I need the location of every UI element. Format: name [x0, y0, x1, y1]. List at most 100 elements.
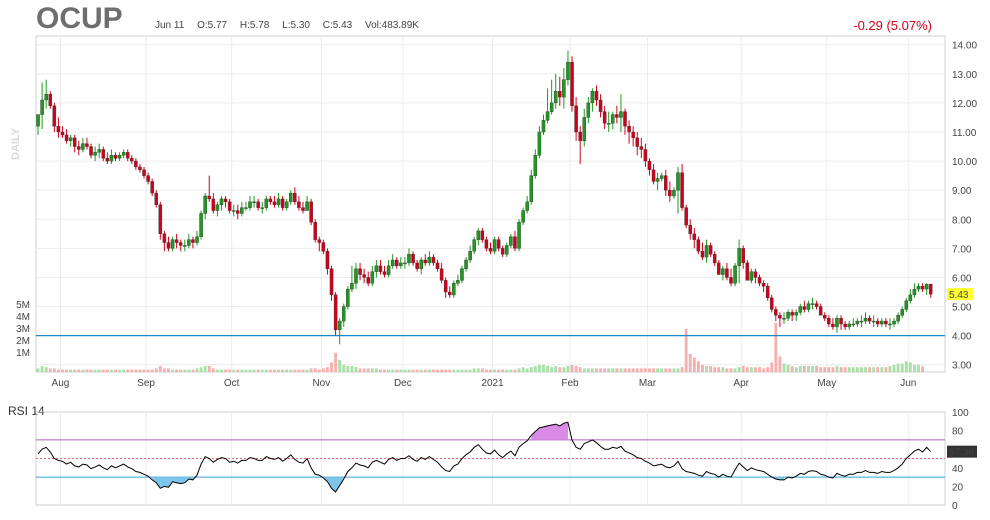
candle-body: [162, 233, 167, 243]
volume-bar: [652, 368, 655, 372]
volume-bar: [268, 369, 272, 372]
volume-bar: [183, 369, 187, 372]
volume-bar: [913, 364, 916, 372]
volume-bar: [281, 369, 285, 372]
volume-bar: [162, 368, 166, 372]
volume-bar: [403, 369, 407, 372]
y-tick-label: 8.00: [952, 215, 972, 226]
candle-body: [390, 259, 395, 267]
volume-bar: [550, 367, 554, 372]
volume-bar: [835, 366, 839, 372]
volume-bar: [476, 368, 480, 372]
candle-body: [831, 323, 835, 328]
candle-body: [818, 306, 823, 316]
volume-bar: [407, 369, 411, 372]
volume-bar: [639, 368, 643, 372]
x-tick-label: May: [817, 378, 836, 389]
volume-bar: [334, 352, 338, 372]
candle-body: [370, 271, 375, 284]
candle-body: [146, 175, 150, 182]
volume-bar: [309, 368, 313, 372]
volume-bar: [273, 369, 276, 372]
volume-bar: [676, 368, 680, 372]
volume-bar: [244, 369, 248, 372]
candle-body: [342, 306, 346, 322]
volume-bar: [900, 363, 904, 372]
candle-body: [460, 268, 464, 281]
candle-body: [553, 91, 558, 104]
candle-body: [741, 248, 745, 264]
candle-body: [60, 131, 65, 136]
candle-body: [289, 192, 293, 203]
candle-body: [790, 312, 794, 316]
volume-bar: [436, 369, 439, 372]
volume-tick-label: 5M: [16, 300, 30, 311]
candle-body: [264, 198, 269, 208]
volume-bar: [220, 369, 223, 372]
candle-body: [125, 152, 130, 159]
candle-body: [863, 317, 868, 322]
volume-bar: [513, 369, 517, 372]
volume-bar: [786, 364, 790, 372]
candle-body: [672, 189, 676, 197]
rsi-tick-label: 40: [952, 464, 964, 475]
candle-body: [435, 262, 440, 269]
candle-body: [158, 204, 163, 235]
volume-tick-label: 1M: [16, 348, 30, 359]
y-tick-label: 11.00: [952, 128, 977, 139]
candle-body: [236, 210, 240, 214]
candle-body: [93, 152, 97, 156]
volume-bar: [199, 367, 203, 372]
price-chart[interactable]: Aug Sep Oct Nov Dec 2021 Feb Mar Apr May Jun 14.00 1…: [0, 0, 990, 520]
candle-body: [598, 99, 603, 112]
volume-bar: [688, 354, 692, 372]
volume-tick-label: 4M: [16, 312, 30, 323]
candle-body: [447, 291, 452, 296]
candle-body: [892, 320, 896, 325]
volume-bar: [725, 368, 729, 372]
volume-bar: [908, 362, 912, 372]
volume-bar: [505, 369, 509, 372]
candle-body: [729, 277, 733, 284]
volume-bar: [232, 369, 236, 372]
volume-bar: [855, 367, 859, 372]
volume-bar: [118, 369, 121, 372]
volume-bar: [733, 368, 737, 372]
volume-bar: [831, 367, 835, 372]
y-tick-label: 5.00: [952, 303, 972, 314]
volume-bar: [493, 369, 497, 372]
volume-bar: [664, 368, 668, 372]
volume-bar: [36, 368, 40, 372]
volume-bar: [203, 366, 207, 372]
volume-tick-label: 3M: [16, 324, 30, 335]
volume-bar: [611, 368, 615, 372]
candle-body: [708, 245, 713, 255]
volume-bar: [301, 369, 305, 372]
volume-bar: [391, 369, 395, 372]
volume-bar: [211, 368, 215, 372]
candle-body: [639, 146, 644, 150]
x-tick-label: Feb: [561, 378, 579, 389]
rsi-tick-label: 80: [952, 427, 964, 438]
candle-body: [782, 317, 786, 320]
volume-bar: [440, 369, 444, 372]
volume-bar: [562, 367, 566, 372]
candle-body: [684, 207, 688, 226]
candle-body: [696, 239, 701, 252]
last-price-label: 5.43: [949, 290, 969, 301]
volume-bar: [195, 368, 199, 372]
candle-body: [635, 137, 639, 147]
candle-body: [297, 201, 301, 208]
candle-body: [562, 79, 566, 98]
volume-bar: [815, 366, 819, 372]
candle-body: [627, 125, 631, 133]
candle-body: [394, 259, 399, 267]
candle-body: [399, 262, 403, 267]
volume-bar: [782, 363, 786, 372]
volume-bar: [207, 366, 211, 372]
candle-body: [305, 201, 309, 211]
volume-bar: [362, 368, 366, 372]
candle-body: [52, 105, 57, 127]
volume-bar: [892, 364, 896, 372]
volume-bar: [570, 364, 574, 372]
